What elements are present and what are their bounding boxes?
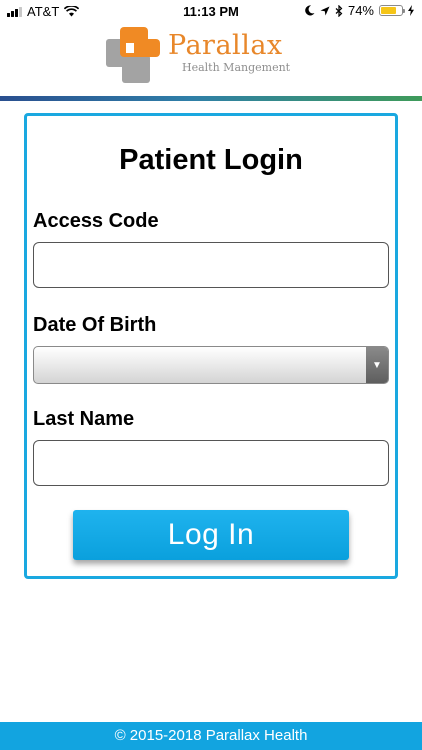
login-title: Patient Login bbox=[119, 144, 303, 176]
brand-text: Parallax Health Mangement bbox=[168, 31, 290, 75]
last-name-label: Last Name bbox=[33, 408, 135, 430]
brand-name: Parallax bbox=[168, 30, 283, 61]
app-header: Parallax Health Mangement bbox=[0, 22, 422, 96]
footer: © 2015-2018 Parallax Health bbox=[0, 722, 422, 750]
dropdown-arrow-icon[interactable]: ▼ bbox=[366, 347, 388, 383]
parallax-logo-icon bbox=[106, 27, 160, 83]
charging-icon bbox=[408, 5, 414, 16]
login-button[interactable]: Log In bbox=[73, 510, 349, 560]
status-bar: AT&T 11:13 PM 74% bbox=[0, 0, 422, 22]
brand-tagline: Health Mangement bbox=[182, 61, 291, 74]
battery-percent: 74% bbox=[347, 3, 374, 18]
battery-icon bbox=[379, 5, 405, 16]
header-divider bbox=[0, 96, 422, 101]
dob-select[interactable]: ▼ bbox=[33, 346, 389, 384]
dob-label: Date Of Birth bbox=[33, 314, 157, 336]
access-code-label: Access Code bbox=[33, 210, 159, 232]
location-icon bbox=[320, 6, 330, 15]
status-right: 74% bbox=[305, 3, 414, 18]
access-code-input[interactable] bbox=[33, 242, 389, 288]
login-card: Patient Login Access Code Date Of Birth … bbox=[24, 113, 398, 579]
login-screen: AT&T 11:13 PM 74% Parallax Health Mangem… bbox=[0, 0, 422, 750]
moon-icon bbox=[305, 5, 315, 16]
brand-logo: Parallax Health Mangement bbox=[106, 27, 306, 87]
last-name-input[interactable] bbox=[33, 440, 389, 486]
bluetooth-icon bbox=[335, 4, 343, 17]
